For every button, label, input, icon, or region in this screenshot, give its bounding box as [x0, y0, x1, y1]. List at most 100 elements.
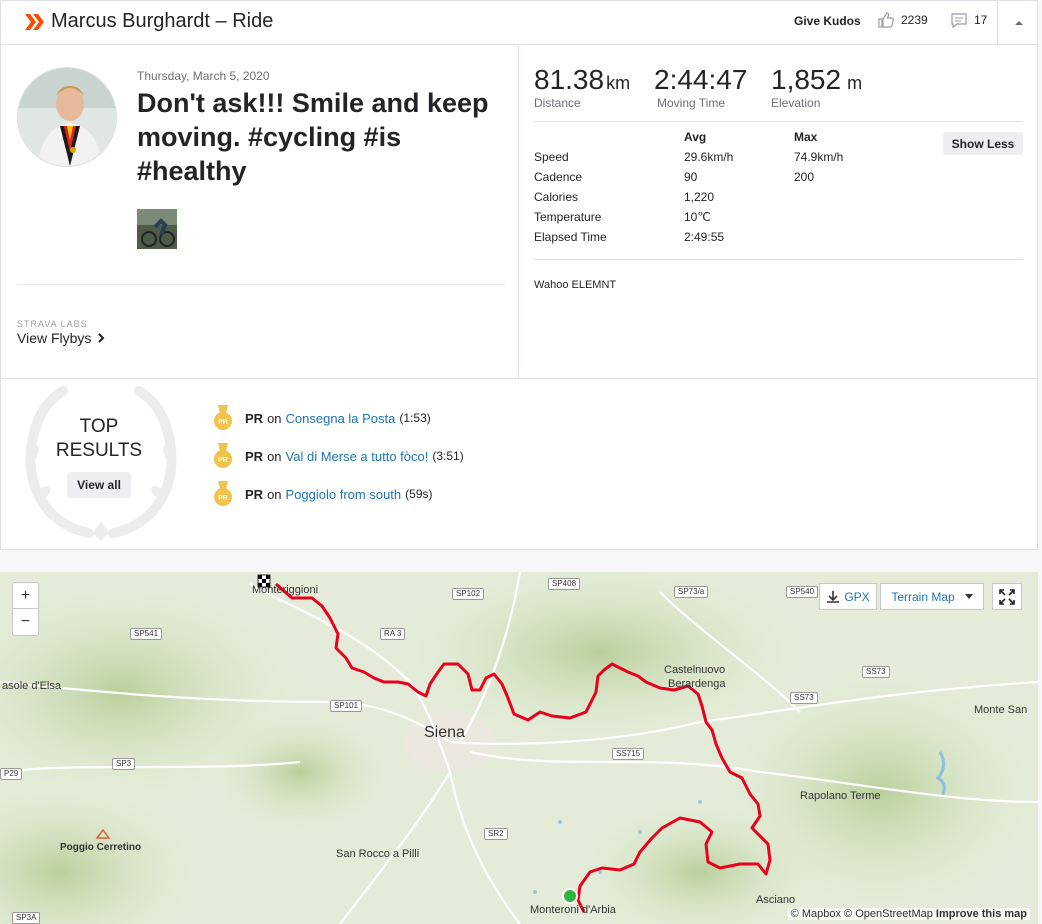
route-map[interactable]: Monteriggioni Siena Castelnuovo Berarden… — [0, 572, 1038, 924]
zoom-in-button[interactable]: + — [13, 583, 38, 609]
avg-header: Avg — [684, 130, 707, 144]
comment-count[interactable]: 17 — [950, 11, 987, 29]
divider — [534, 121, 1023, 122]
pr-badge: PR — [245, 486, 264, 502]
strava-labs-label: STRAVA LABS — [17, 319, 88, 329]
chevron-right-icon — [98, 333, 105, 343]
distance-label: Distance — [534, 96, 581, 110]
distance-unit: km — [606, 73, 631, 93]
top-label: TOP — [79, 416, 119, 437]
stat-max: 200 — [794, 170, 815, 184]
divider — [534, 259, 1023, 260]
stat-label: Cadence — [534, 170, 583, 184]
elevation-label: Elevation — [771, 96, 821, 110]
stat-label: Calories — [534, 190, 579, 204]
fullscreen-button[interactable] — [992, 583, 1022, 610]
max-header: Max — [794, 130, 818, 144]
activity-panel: Marcus Burghardt – Ride Give Kudos 2239 … — [0, 0, 1038, 550]
kudos-count-value: 2239 — [901, 13, 928, 27]
comment-count-value: 17 — [974, 13, 988, 27]
view-all-button[interactable]: View all — [67, 472, 131, 498]
stat-label: Elapsed Time — [534, 230, 607, 244]
comment-icon — [951, 13, 967, 29]
activity-title: Don't ask!!! Smile and keep moving. #cyc… — [137, 88, 489, 186]
place-label: Poggio Cerretino — [60, 842, 142, 853]
divider — [17, 284, 505, 285]
road-label: SS73 — [790, 692, 818, 704]
activity-owner-title: Marcus Burghardt – Ride — [51, 10, 274, 32]
zoom-out-button[interactable]: − — [13, 609, 38, 635]
download-icon — [827, 590, 840, 603]
pr-result-item: PR PR on Consegna la Posta (1:53) — [213, 405, 431, 431]
svg-text:PR: PR — [218, 495, 228, 502]
place-label: San Rocco a Pilli — [336, 848, 420, 860]
segment-time: (59s) — [405, 487, 433, 501]
stat-max: 74.9km/h — [794, 150, 844, 164]
place-label: asole d'Elsa — [2, 680, 61, 692]
laurel-wreath-icon — [25, 386, 177, 541]
road-label: RA 3 — [380, 628, 406, 640]
map-attribution: © Mapbox © OpenStreetMap Improve this ma… — [787, 908, 1030, 920]
pr-on: on — [267, 448, 282, 464]
road-label: SP540 — [786, 586, 819, 598]
moving-time-value: 2:44:47 — [654, 64, 748, 95]
map-type-dropdown[interactable]: Terrain Map — [880, 583, 984, 610]
activity-header: Marcus Burghardt – Ride Give Kudos 2239 … — [1, 1, 1037, 45]
pr-badge: PR — [245, 448, 264, 464]
segment-link[interactable]: Consegna la Posta — [286, 411, 396, 426]
collapse-button[interactable] — [997, 1, 1039, 45]
osm-credit[interactable]: © OpenStreetMap — [844, 908, 933, 920]
road-label: SP73/a — [674, 586, 709, 598]
place-label: Monteroni d'Arbia — [530, 904, 616, 916]
view-flybys-label: View Flybys — [17, 330, 92, 346]
stat-avg: 2:49:55 — [684, 230, 725, 244]
pr-medal-icon: PR — [214, 481, 232, 506]
moving-time-label: Moving Time — [657, 96, 726, 110]
caret-down-icon — [964, 593, 973, 599]
gpx-label: GPX — [844, 589, 870, 604]
mapbox-credit[interactable]: © Mapbox — [791, 908, 841, 920]
elevation-unit: m — [847, 73, 863, 93]
activity-stats: 81.38 km Distance 2:44:47 Moving Time 1,8… — [520, 46, 1039, 378]
stat-moving-time: 2:44:47 Moving Time — [654, 64, 747, 110]
pr-result-item: PR PR on Poggiolo from south (59s) — [213, 481, 433, 507]
road-label: SP408 — [548, 578, 581, 590]
improve-map-link[interactable]: Improve this map — [936, 908, 1027, 920]
kudos-count[interactable]: 2239 — [877, 11, 928, 29]
place-label: Monteriggioni — [252, 584, 319, 596]
road-label: SS715 — [612, 748, 645, 760]
gpx-download-button[interactable]: GPX — [819, 583, 877, 610]
segment-link[interactable]: Val di Merse a tutto fòco! — [286, 449, 429, 464]
terrain-map — [0, 572, 1038, 924]
stat-avg: 29.6km/h — [684, 150, 734, 164]
pr-on: on — [267, 410, 282, 426]
place-label: Rapolano Terme — [800, 790, 881, 802]
pr-badge: PR — [245, 410, 264, 426]
results-label: RESULTS — [55, 440, 143, 461]
place-label: Berardenga — [668, 678, 726, 690]
stat-label: Speed — [534, 150, 569, 164]
stat-label: Temperature — [534, 210, 602, 224]
distance-value: 81.38 — [534, 64, 605, 95]
caret-up-icon — [1014, 21, 1023, 25]
show-less-button[interactable]: Show Less — [943, 132, 1023, 155]
segment-time: (1:53) — [399, 411, 431, 425]
give-kudos-button[interactable]: Give Kudos — [794, 14, 861, 28]
road-label: SP102 — [452, 588, 485, 600]
map-type-label: Terrain Map — [891, 589, 955, 604]
road-label: SP101 — [330, 700, 363, 712]
activity-date: Thursday, March 5, 2020 — [137, 69, 270, 83]
svg-text:PR: PR — [218, 457, 228, 464]
top-results-section: TOP RESULTS View all PR PR on Consegna l… — [1, 378, 1037, 550]
avatar[interactable] — [17, 67, 117, 167]
stat-elevation: 1,852 m Elevation — [771, 64, 862, 110]
segment-link[interactable]: Poggiolo from south — [286, 487, 402, 502]
activity-photo-thumbnail[interactable] — [137, 209, 177, 249]
segment-time: (3:51) — [432, 449, 464, 463]
road-label: SS73 — [862, 666, 890, 678]
device-name: Wahoo ELEMNT — [534, 279, 617, 291]
activity-summary: Thursday, March 5, 2020 Don't ask!!! Smi… — [1, 46, 519, 378]
place-label: Monte San — [974, 704, 1028, 716]
road-label: SP541 — [130, 628, 163, 640]
view-flybys-link[interactable]: View Flybys — [17, 330, 105, 346]
